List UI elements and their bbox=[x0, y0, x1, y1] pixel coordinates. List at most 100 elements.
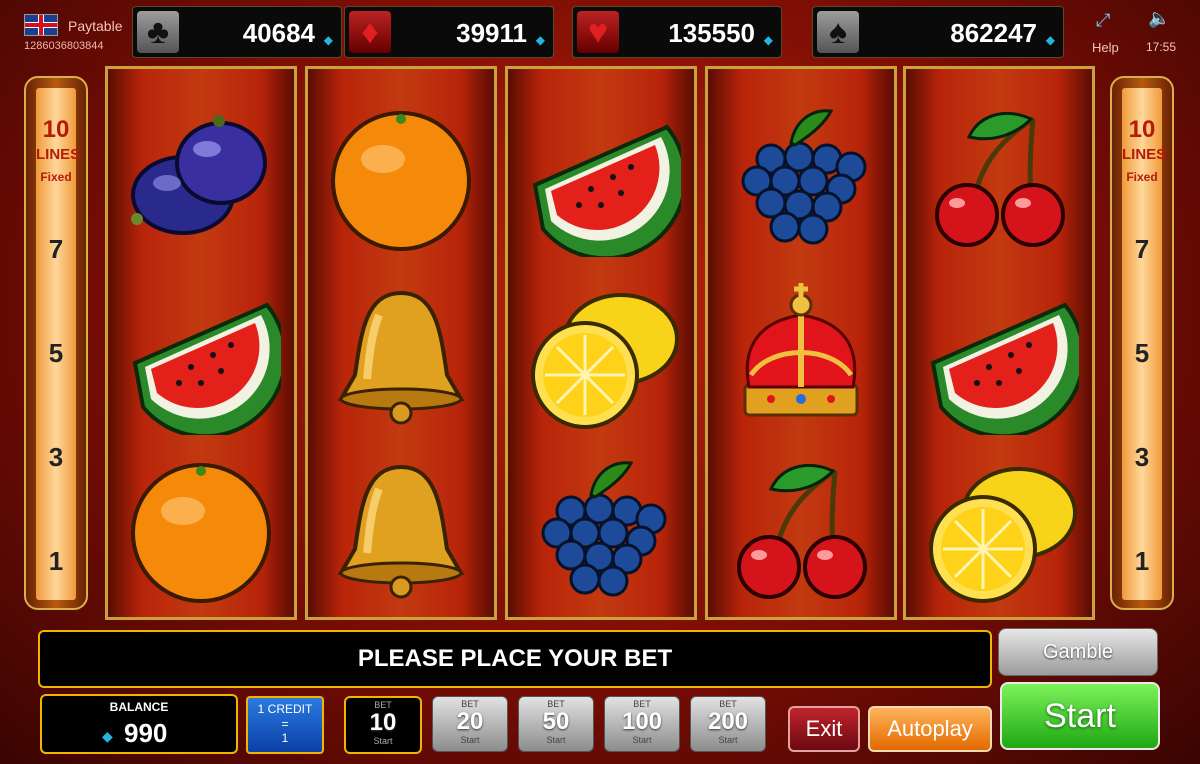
watermelon-icon bbox=[132, 302, 281, 435]
credit-value-button[interactable]: 1 CREDIT = 1 bbox=[246, 696, 324, 754]
lemon-icon bbox=[531, 293, 679, 429]
start-button[interactable]: Start bbox=[1000, 682, 1160, 750]
cherries-symbol bbox=[906, 87, 1092, 267]
bet-sub: Start bbox=[460, 735, 480, 745]
bell-symbol bbox=[308, 265, 494, 445]
bet-button-20[interactable]: BET 20 Start bbox=[432, 696, 508, 752]
lemon-symbol bbox=[508, 265, 694, 445]
clock: 17:55 bbox=[1146, 40, 1177, 54]
cherries-icon bbox=[935, 111, 1065, 247]
reel-1 bbox=[105, 66, 297, 620]
autoplay-button[interactable]: Autoplay bbox=[868, 706, 992, 752]
credit-eq: = bbox=[281, 717, 289, 731]
lemon-symbol bbox=[906, 439, 1092, 619]
bet-button-100[interactable]: BET 100 Start bbox=[604, 696, 680, 752]
grapes-icon bbox=[541, 461, 667, 597]
lines-count: 10 bbox=[1128, 116, 1156, 143]
bet-button-50[interactable]: BET 50 Start bbox=[518, 696, 594, 752]
balance-display: BALANCE ◆ 990 bbox=[40, 694, 238, 754]
message-bar: PLEASE PLACE YOUR BET bbox=[38, 630, 992, 688]
jackpot-value: 135550 bbox=[668, 18, 755, 48]
watermelon-symbol bbox=[906, 265, 1092, 445]
hearts-icon: ♥ bbox=[577, 11, 619, 53]
plum-symbol bbox=[108, 87, 294, 267]
line-marker: 3 bbox=[48, 442, 64, 472]
bet-button-200[interactable]: BET 200 Start bbox=[690, 696, 766, 752]
spades-icon: ♠ bbox=[817, 11, 859, 53]
watermelon-symbol bbox=[508, 87, 694, 267]
line-marker: 5 bbox=[48, 338, 64, 368]
bell-icon bbox=[337, 290, 465, 425]
line-marker: 7 bbox=[48, 234, 64, 264]
bet-value: 100 bbox=[621, 708, 663, 735]
orange-icon bbox=[331, 111, 471, 251]
jackpot-clubs: ♣ 40684 ◆ bbox=[132, 6, 342, 58]
bell-symbol bbox=[308, 439, 494, 619]
watermelon-icon bbox=[532, 124, 681, 257]
line-marker: 1 bbox=[1134, 546, 1150, 576]
diamonds-icon: ♦ bbox=[349, 11, 391, 53]
crown-icon bbox=[743, 283, 859, 417]
crown-symbol bbox=[708, 265, 894, 445]
balance-label: BALANCE bbox=[109, 700, 169, 714]
reel-3 bbox=[505, 66, 697, 620]
exit-button[interactable]: Exit bbox=[788, 706, 860, 752]
line-marker: 3 bbox=[1134, 442, 1150, 472]
speaker-icon[interactable]: 🔈 bbox=[1148, 8, 1170, 29]
watermelon-icon bbox=[930, 302, 1079, 435]
grapes-icon bbox=[741, 109, 867, 245]
top-bar: Paytable 1286036803844 ♣ 40684 ◆ ♦ 39911… bbox=[0, 0, 1200, 62]
bet-button-10[interactable]: BET 10 Start bbox=[344, 696, 422, 754]
cherries-symbol bbox=[708, 439, 894, 619]
bet-value: 20 bbox=[456, 708, 484, 735]
jackpot-hearts: ♥ 135550 ◆ bbox=[572, 6, 782, 58]
grapes-symbol bbox=[708, 87, 894, 267]
coin-icon: ◆ bbox=[1045, 33, 1055, 47]
bet-value: 50 bbox=[542, 708, 570, 735]
jackpot-value: 862247 bbox=[950, 18, 1037, 48]
jackpot-value: 39911 bbox=[456, 18, 527, 48]
lines-panel-right: 10 LINES Fixed 7 5 3 1 bbox=[1110, 76, 1174, 610]
gamble-button[interactable]: Gamble bbox=[998, 628, 1158, 676]
lines-fixed: Fixed bbox=[40, 170, 72, 184]
reel-5 bbox=[903, 66, 1095, 620]
ticket-id: 1286036803844 bbox=[24, 40, 104, 52]
line-marker: 5 bbox=[1134, 338, 1150, 368]
credit-title: 1 CREDIT bbox=[257, 702, 313, 716]
cherries-icon bbox=[737, 463, 867, 599]
coin-icon: ◆ bbox=[763, 33, 773, 47]
lines-fixed: Fixed bbox=[1126, 170, 1158, 184]
uk-flag-icon[interactable] bbox=[24, 14, 58, 36]
bell-icon bbox=[337, 464, 465, 599]
bet-sub: Start bbox=[718, 735, 738, 745]
lines-panel-left: 10 LINES Fixed 7 5 3 1 bbox=[24, 76, 88, 610]
paytable-link[interactable]: Paytable bbox=[68, 18, 122, 34]
bet-sub: Start bbox=[546, 735, 566, 745]
reel-4 bbox=[705, 66, 897, 620]
orange-symbol bbox=[108, 439, 294, 619]
lines-word: LINES bbox=[1122, 146, 1167, 163]
coin-icon: ◆ bbox=[102, 728, 113, 744]
reel-2 bbox=[305, 66, 497, 620]
lines-count: 10 bbox=[42, 116, 70, 143]
credit-value: 1 bbox=[281, 731, 289, 745]
bet-sub: Start bbox=[632, 735, 652, 745]
help-link[interactable]: Help bbox=[1092, 40, 1119, 55]
bet-value: 10 bbox=[369, 709, 397, 736]
line-marker: 7 bbox=[1134, 234, 1150, 264]
jackpot-diamonds: ♦ 39911 ◆ bbox=[344, 6, 554, 58]
lines-word: LINES bbox=[36, 146, 81, 163]
grapes-symbol bbox=[508, 439, 694, 619]
fullscreen-icon[interactable]: ⤢ bbox=[1096, 10, 1110, 31]
orange-icon bbox=[131, 463, 271, 603]
line-marker: 1 bbox=[48, 546, 64, 576]
coin-icon: ◆ bbox=[323, 33, 333, 47]
orange-symbol bbox=[308, 87, 494, 267]
clubs-icon: ♣ bbox=[137, 11, 179, 53]
coin-icon: ◆ bbox=[535, 33, 545, 47]
balance-value: 990 bbox=[124, 718, 168, 748]
bet-value: 200 bbox=[707, 708, 749, 735]
jackpot-spades: ♠ 862247 ◆ bbox=[812, 6, 1064, 58]
jackpot-value: 40684 bbox=[242, 18, 315, 48]
bet-sub: Start bbox=[373, 736, 393, 746]
